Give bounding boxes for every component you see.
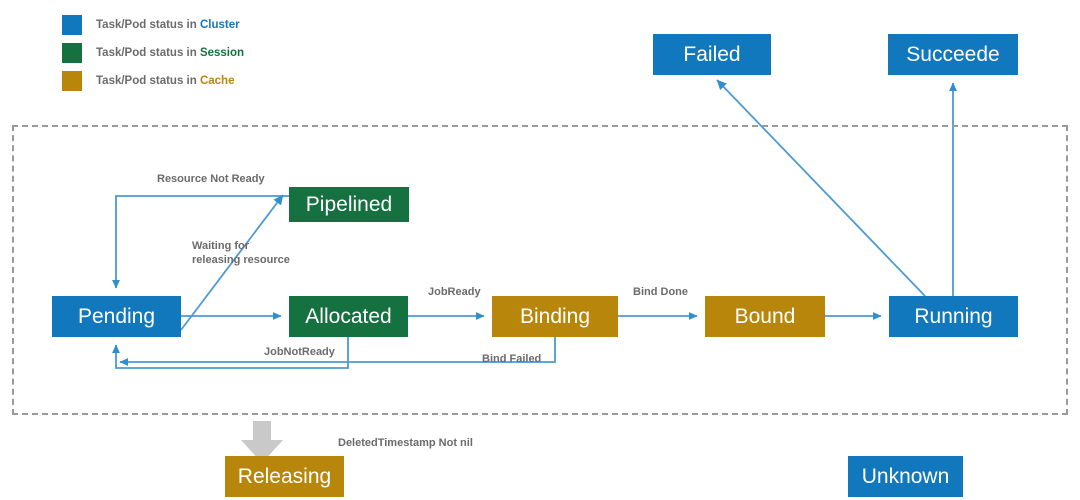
- state-box-releasing[interactable]: Releasing: [225, 456, 344, 497]
- state-box-allocated[interactable]: Allocated: [289, 296, 408, 337]
- edge-label-releasing-resource: releasing resource: [192, 254, 290, 266]
- legend-scope-cache: Cache: [199, 75, 235, 87]
- legend-swatch-cluster: [62, 15, 82, 35]
- state-box-bound[interactable]: Bound: [705, 296, 825, 337]
- state-box-pending[interactable]: Pending: [52, 296, 181, 337]
- state-box-running[interactable]: Running: [889, 296, 1018, 337]
- edge-label-job-ready: JobReady: [428, 286, 481, 298]
- state-label-pipelined: Pipelined: [305, 193, 393, 216]
- diagram-canvas: Task/Pod status in Cluster Task/Pod stat…: [0, 0, 1080, 500]
- state-box-succeede[interactable]: Succeede: [888, 34, 1018, 75]
- state-label-unknown: Unknown: [861, 465, 950, 488]
- state-box-binding[interactable]: Binding: [492, 296, 618, 337]
- edge-label-bind-failed: Bind Failed: [482, 353, 542, 365]
- state-box-unknown[interactable]: Unknown: [848, 456, 963, 497]
- edge-label-job-not-ready: JobNotReady: [264, 346, 335, 358]
- state-label-releasing: Releasing: [237, 465, 332, 488]
- state-box-pipelined[interactable]: Pipelined: [289, 187, 409, 222]
- legend-scope-cluster: Cluster: [199, 19, 240, 31]
- state-label-failed: Failed: [683, 43, 741, 66]
- legend-prefix-cache: Task/Pod status in: [96, 75, 200, 87]
- edge-label-resource-not-ready: Resource Not Ready: [157, 173, 265, 185]
- legend: Task/Pod status in Cluster Task/Pod stat…: [62, 11, 362, 95]
- legend-label-cache: Task/Pod status in Cache: [96, 75, 234, 87]
- legend-item-cluster: Task/Pod status in Cluster: [62, 11, 362, 39]
- state-label-allocated: Allocated: [305, 305, 392, 328]
- state-label-bound: Bound: [734, 305, 796, 328]
- legend-swatch-session: [62, 43, 82, 63]
- state-label-binding: Binding: [519, 305, 591, 328]
- legend-label-cluster: Task/Pod status in Cluster: [96, 19, 240, 31]
- state-label-succeede: Succeede: [906, 43, 1000, 66]
- legend-item-session: Task/Pod status in Session: [62, 39, 362, 67]
- legend-prefix-cluster: Task/Pod status in: [96, 19, 200, 31]
- state-box-failed[interactable]: Failed: [653, 34, 771, 75]
- edge-label-deleted-timestamp: DeletedTimestamp Not nil: [338, 437, 473, 449]
- state-label-running: Running: [914, 305, 993, 328]
- legend-item-cache: Task/Pod status in Cache: [62, 67, 362, 95]
- scope-boundary-dashed: [12, 125, 1068, 415]
- legend-prefix-session: Task/Pod status in: [96, 47, 200, 59]
- edge-label-waiting-for: Waiting for: [192, 240, 250, 252]
- legend-swatch-cache: [62, 71, 82, 91]
- legend-scope-session: Session: [199, 47, 245, 59]
- edge-label-bind-done: Bind Done: [633, 286, 688, 298]
- state-label-pending: Pending: [77, 305, 156, 328]
- legend-label-session: Task/Pod status in Session: [96, 47, 244, 59]
